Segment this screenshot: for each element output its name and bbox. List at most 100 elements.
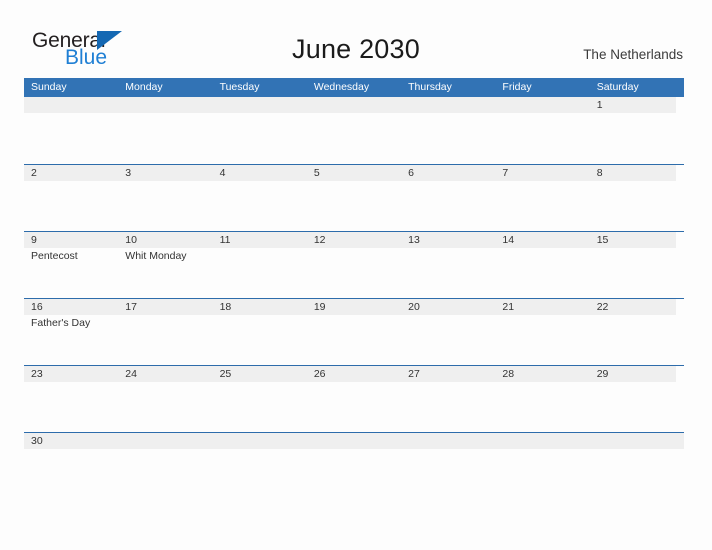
day-cell[interactable] — [495, 97, 589, 164]
day-event — [125, 181, 212, 182]
day-event — [220, 315, 307, 316]
day-event — [597, 248, 684, 249]
day-cell[interactable]: 28 — [495, 366, 589, 433]
day-event — [31, 382, 118, 383]
day-cell[interactable]: 4 — [213, 165, 307, 232]
day-event: Pentecost — [31, 250, 78, 262]
day-number: 11 — [219, 234, 231, 246]
weekday-header-sunday: Sunday — [31, 81, 67, 93]
day-event — [314, 248, 401, 249]
day-cell[interactable] — [401, 433, 495, 500]
day-number: 22 — [596, 301, 609, 313]
day-event — [220, 181, 307, 182]
day-cell[interactable]: 29 — [590, 366, 684, 433]
day-cell[interactable]: 19 — [307, 299, 401, 366]
day-cell[interactable]: 24 — [118, 366, 212, 433]
day-cell[interactable]: 14 — [495, 232, 589, 299]
day-number: 26 — [313, 368, 326, 380]
day-cell[interactable] — [307, 97, 401, 164]
day-number: 7 — [502, 167, 509, 179]
day-cell[interactable]: 6 — [401, 165, 495, 232]
region-label: The Netherlands — [583, 47, 683, 62]
day-cell[interactable]: 10 Whit Monday — [118, 232, 212, 299]
day-cell[interactable]: 7 — [495, 165, 589, 232]
day-cell[interactable]: 21 — [495, 299, 589, 366]
day-number: 6 — [408, 167, 414, 179]
day-number — [408, 433, 495, 449]
calendar-page: General Blue June 2030 The Netherlands S… — [0, 0, 712, 550]
day-cell[interactable]: 1 — [590, 97, 684, 164]
week-cells: 1 — [24, 97, 684, 164]
day-cell[interactable]: 9 Pentecost — [24, 232, 118, 299]
day-event — [220, 248, 307, 249]
day-cell[interactable] — [401, 97, 495, 164]
day-number — [125, 433, 212, 449]
day-cell[interactable] — [213, 97, 307, 164]
day-cell[interactable]: 5 — [307, 165, 401, 232]
day-event: Whit Monday — [125, 250, 187, 262]
day-event — [502, 181, 589, 182]
day-event — [597, 315, 684, 316]
day-event — [408, 382, 495, 383]
day-event — [408, 449, 495, 450]
day-event — [125, 382, 212, 383]
day-event — [597, 382, 684, 383]
day-cell[interactable] — [118, 433, 212, 500]
calendar-week-row: 2 3 4 5 6 7 8 — [24, 164, 684, 231]
weekday-header-monday: Monday — [125, 81, 163, 93]
day-event — [597, 449, 684, 450]
page-header: General Blue June 2030 The Netherlands — [0, 0, 712, 76]
day-event — [31, 113, 118, 114]
day-event: Father's Day — [31, 317, 91, 329]
day-cell[interactable]: 8 — [590, 165, 684, 232]
weekday-header-saturday: Saturday — [596, 81, 639, 93]
day-cell[interactable]: 12 — [307, 232, 401, 299]
day-event — [125, 113, 212, 114]
day-event — [502, 449, 589, 450]
day-cell[interactable] — [24, 97, 118, 164]
day-event — [125, 449, 212, 450]
day-number — [220, 97, 307, 113]
day-cell[interactable]: 2 — [24, 165, 118, 232]
day-number: 25 — [219, 368, 232, 380]
day-event — [220, 449, 307, 450]
day-event — [220, 382, 307, 383]
day-number: 14 — [502, 234, 515, 246]
day-number: 3 — [125, 167, 132, 179]
weekday-header-tuesday: Tuesday — [219, 81, 260, 93]
day-event — [31, 449, 118, 450]
day-number: 24 — [125, 368, 137, 380]
day-cell[interactable]: 18 — [213, 299, 307, 366]
day-cell[interactable] — [307, 433, 401, 500]
day-number: 27 — [408, 368, 420, 380]
day-cell[interactable]: 13 — [401, 232, 495, 299]
day-cell[interactable]: 30 — [24, 433, 118, 500]
day-cell[interactable] — [495, 433, 589, 500]
day-cell[interactable]: 16 Father's Day — [24, 299, 118, 366]
day-cell[interactable]: 22 — [590, 299, 684, 366]
day-event — [502, 382, 589, 383]
day-cell[interactable] — [118, 97, 212, 164]
day-number — [314, 97, 401, 113]
day-cell[interactable] — [590, 433, 684, 500]
day-event — [502, 248, 589, 249]
day-cell[interactable]: 3 — [118, 165, 212, 232]
day-number — [220, 433, 307, 449]
weekday-header-friday: Friday — [502, 81, 532, 93]
day-number: 15 — [596, 234, 609, 246]
day-number: 19 — [313, 301, 326, 313]
day-cell[interactable] — [213, 433, 307, 500]
day-event — [408, 315, 495, 316]
calendar-grid: Sunday Monday Tuesday Wednesday Thursday… — [24, 78, 684, 499]
day-cell[interactable]: 25 — [213, 366, 307, 433]
day-cell[interactable]: 27 — [401, 366, 495, 433]
day-cell[interactable]: 15 — [590, 232, 684, 299]
day-number: 1 — [596, 99, 603, 111]
day-cell[interactable]: 23 — [24, 366, 118, 433]
day-cell[interactable]: 17 — [118, 299, 212, 366]
day-cell[interactable]: 26 — [307, 366, 401, 433]
day-cell[interactable]: 11 — [213, 232, 307, 299]
day-event — [314, 181, 401, 182]
day-cell[interactable]: 20 — [401, 299, 495, 366]
day-event — [502, 315, 589, 316]
